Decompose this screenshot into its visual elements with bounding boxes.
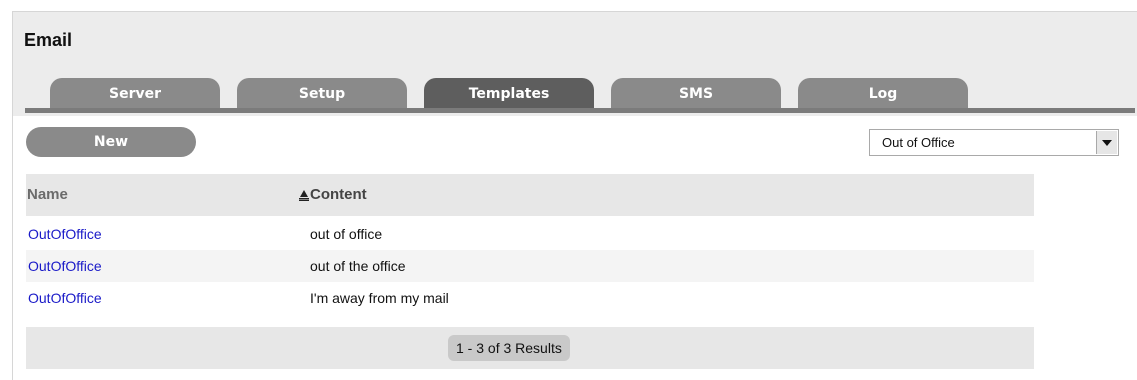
tab-setup[interactable]: Setup: [237, 78, 407, 108]
panel-header: Email: [13, 12, 1137, 66]
tab-sms[interactable]: SMS: [611, 78, 781, 108]
tab-log[interactable]: Log: [798, 78, 968, 108]
table-header: Name Content: [26, 174, 1034, 216]
new-button[interactable]: New: [26, 127, 196, 157]
page-title: Email: [24, 30, 73, 50]
tab-divider: [25, 108, 1135, 113]
tab-bar: Server Setup Templates SMS Log: [13, 66, 1137, 116]
table-row: OutOfOffice out of the office: [26, 250, 1034, 282]
table-row: OutOfOffice out of office: [26, 218, 1034, 250]
results-count: 1 - 3 of 3 Results: [448, 335, 570, 361]
template-content: I'm away from my mail: [310, 290, 449, 306]
column-header-name[interactable]: Name: [27, 186, 68, 203]
template-filter-select[interactable]: Out of Office: [869, 129, 1119, 156]
template-content: out of office: [310, 226, 383, 242]
sort-ascending-icon[interactable]: [298, 189, 310, 201]
template-name-link[interactable]: OutOfOffice: [28, 226, 102, 242]
tab-server[interactable]: Server: [50, 78, 220, 108]
column-header-content[interactable]: Content: [310, 186, 367, 203]
tab-templates[interactable]: Templates: [424, 78, 594, 108]
pagination-bar: 1 - 3 of 3 Results: [26, 327, 1034, 369]
template-name-link[interactable]: OutOfOffice: [28, 290, 102, 306]
table-row: OutOfOffice I'm away from my mail: [26, 282, 1034, 314]
chevron-down-icon[interactable]: [1096, 131, 1117, 154]
email-panel: Email Server Setup Templates SMS Log New…: [12, 11, 1137, 380]
filter-selected-value: Out of Office: [882, 135, 955, 150]
template-name-link[interactable]: OutOfOffice: [28, 258, 102, 274]
template-content: out of the office: [310, 258, 406, 274]
